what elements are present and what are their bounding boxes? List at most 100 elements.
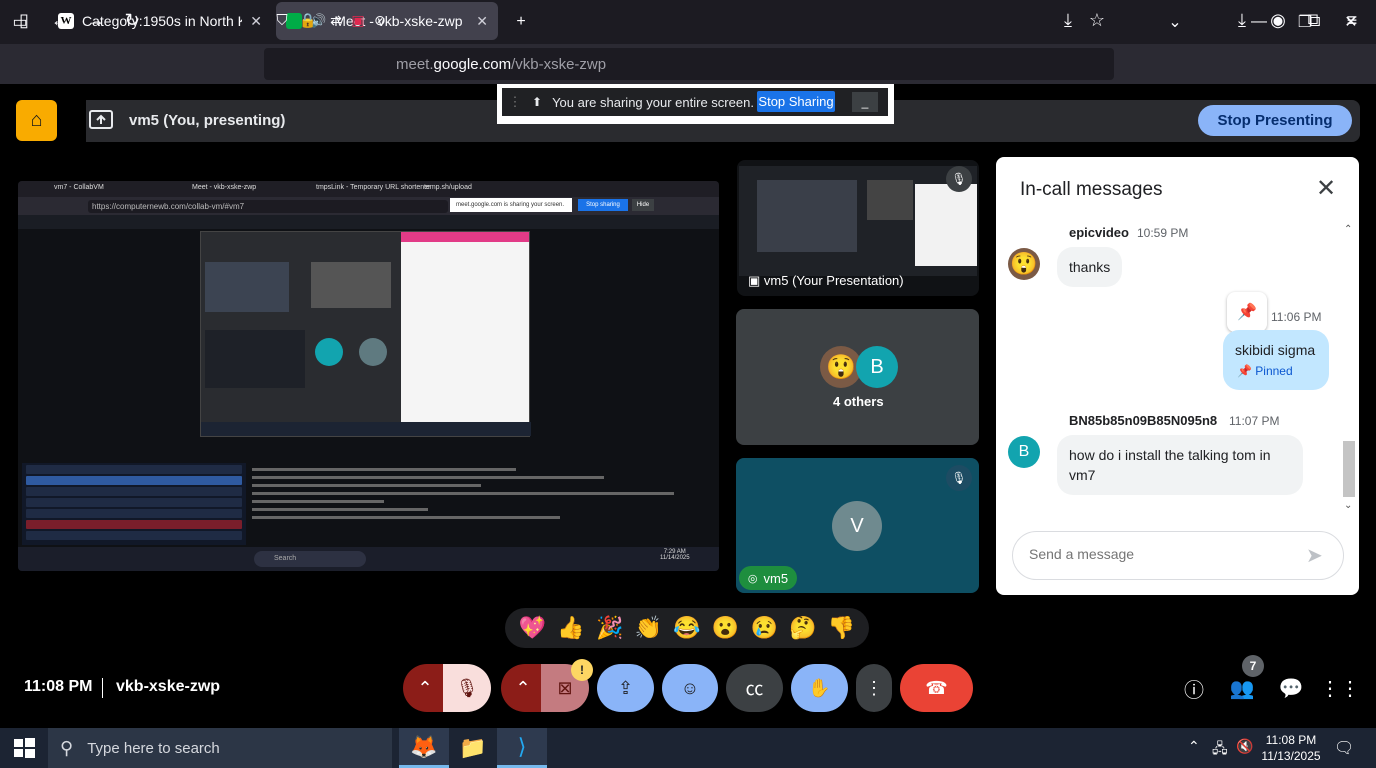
send-icon[interactable]: ➤: [1306, 543, 1323, 568]
extensions-icon[interactable]: ⧉: [1300, 6, 1328, 34]
list-tabs-icon[interactable]: ⌄: [1152, 0, 1198, 44]
network-icon[interactable]: 🖧: [1212, 738, 1228, 762]
autoplay-blocked-icon[interactable]: ⊘: [366, 6, 394, 34]
people-count-badge: 7: [1242, 655, 1264, 677]
shield-icon[interactable]: ⛉: [268, 6, 296, 34]
close-tab-icon[interactable]: ✕: [476, 13, 488, 30]
firefox-taskbar-icon[interactable]: 🦊: [399, 728, 449, 768]
preview-vm-screen: [200, 231, 531, 437]
reaction-sparkling-heart[interactable]: 💖: [519, 615, 546, 641]
captions-icon: ㏄: [745, 679, 764, 699]
windows-start-icon[interactable]: [12, 736, 36, 760]
tray-time: 11:08 PM: [1265, 733, 1317, 747]
address-bar[interactable]: [264, 48, 1114, 80]
back-icon[interactable]: ←: [46, 6, 74, 34]
preview-tab-bar: vm7 - CollabVM Meet - vkb-xske-zwp tmpsL…: [18, 181, 719, 197]
forward-icon[interactable]: →: [82, 6, 110, 34]
taskbar-search[interactable]: ⚲ Type here to search: [48, 728, 392, 768]
tray-chevron-icon[interactable]: ⌃: [1188, 738, 1200, 755]
sidebar-icon[interactable]: ▯: [10, 6, 38, 34]
unpin-icon[interactable]: 📌: [1227, 292, 1267, 332]
scroll-thumb[interactable]: [1343, 441, 1355, 497]
video-options-chevron-icon[interactable]: ⌃: [501, 664, 545, 712]
reactions-button[interactable]: ☺: [662, 664, 718, 712]
hide-banner-button[interactable]: _: [852, 92, 878, 112]
emoji-icon: ☺: [680, 677, 700, 698]
close-tab-icon[interactable]: ✕: [250, 13, 262, 30]
tray-clock[interactable]: 11:08 PM 11/13/2025: [1258, 732, 1324, 764]
presenting-label: vm5 (You, presenting): [129, 112, 286, 129]
reaction-surprised[interactable]: 😮: [712, 615, 739, 641]
volume-icon[interactable]: 🔇: [1236, 738, 1253, 755]
message-bubble[interactable]: skibidi sigma: [1223, 330, 1329, 390]
preview-date: 11/14/2025: [660, 555, 690, 561]
url-text[interactable]: meet.google.com/vkb-xske-zwp: [396, 56, 606, 73]
chat-icon[interactable]: 💬: [1278, 675, 1304, 701]
downloads-icon[interactable]: ⤓: [1228, 6, 1256, 34]
captions-button[interactable]: ㏄: [726, 664, 783, 712]
divider: [102, 678, 103, 698]
shared-screen-preview: vm7 - CollabVM Meet - vkb-xske-zwp tmpsL…: [18, 181, 719, 571]
preview-tab: tmpsLink - Temporary URL shortener: [316, 184, 431, 191]
reload-icon[interactable]: ↻: [118, 6, 146, 34]
preview-stop-sharing: Stop sharing: [578, 199, 628, 211]
reaction-clapping[interactable]: 👏: [635, 615, 662, 641]
reaction-party-popper[interactable]: 🎉: [596, 615, 623, 641]
scroll-down-icon[interactable]: ⌄: [1344, 500, 1352, 511]
mic-off-icon: 🎙: [946, 166, 972, 192]
mic-toggle-button[interactable]: 🎙: [443, 664, 491, 712]
bookmark-star-icon[interactable]: ☆: [1083, 6, 1111, 34]
meeting-clock: 11:08 PM: [24, 678, 93, 695]
preview-hide: Hide: [632, 199, 654, 211]
reaction-thinking[interactable]: 🤔: [789, 615, 816, 641]
ai-icon: ◎: [747, 572, 758, 585]
reaction-joy[interactable]: 😂: [673, 615, 700, 641]
search-icon: ⚲: [60, 737, 74, 758]
end-call-icon: ☎: [925, 677, 948, 698]
scroll-up-icon[interactable]: ⌃: [1344, 224, 1352, 235]
preview-sidebar: [22, 463, 246, 545]
more-options-button[interactable]: ⋮: [856, 664, 892, 712]
meeting-code: vkb-xske-zwp: [116, 678, 221, 695]
notifications-icon[interactable]: 🗨: [1334, 738, 1354, 758]
menu-icon[interactable]: ≡: [1338, 6, 1366, 34]
avatar: B: [856, 346, 898, 388]
audio-options-chevron-icon[interactable]: ⌃: [403, 664, 447, 712]
raise-hand-button[interactable]: ✋: [791, 664, 848, 712]
preview-clock: 7:29 AM 11/14/2025: [660, 549, 690, 561]
leave-call-button[interactable]: ☎: [900, 664, 973, 712]
file-explorer-taskbar-icon[interactable]: 📁: [448, 728, 498, 768]
vscode-taskbar-icon[interactable]: ⟩: [497, 728, 547, 768]
others-label: 4 others: [833, 394, 884, 409]
mic-off-icon: 🎙: [946, 465, 972, 491]
preview-url: https://computernewb.com/collab-vm/#vm7: [88, 200, 448, 213]
meeting-details-icon[interactable]: ⓘ: [1181, 675, 1207, 702]
preview-tab: Meet - vkb-xske-zwp: [192, 184, 257, 191]
stop-sharing-button[interactable]: Stop Sharing: [757, 91, 835, 112]
share-banner-text: You are sharing your entire screen.: [552, 94, 754, 110]
message-input[interactable]: [1029, 546, 1289, 562]
message-bubble[interactable]: thanks: [1057, 247, 1123, 287]
present-screen-icon: ⇪: [617, 677, 634, 698]
preview-text: [252, 463, 692, 545]
account-icon[interactable]: ◉: [1264, 6, 1292, 34]
self-name-pill: ◎ vm5: [739, 566, 797, 590]
reaction-thumbs-down[interactable]: 👎: [828, 615, 855, 641]
message-time: 11:06 PM: [1271, 310, 1322, 324]
message-sender: BN85b85n09B85N095n8: [1069, 413, 1218, 428]
new-tab-icon[interactable]: +: [498, 0, 544, 44]
stop-presenting-button[interactable]: Stop Presenting: [1198, 105, 1352, 136]
avatar: 😲: [1008, 248, 1040, 280]
people-icon[interactable]: 👥: [1229, 675, 1255, 701]
close-chat-icon[interactable]: ✕: [1314, 177, 1338, 201]
lock-icon[interactable]: 🔒: [294, 6, 322, 34]
drag-handle-icon[interactable]: ⋮: [508, 94, 522, 110]
activities-icon[interactable]: ⋮⋮: [1320, 675, 1360, 701]
reaction-thumbs-up[interactable]: 👍: [557, 615, 584, 641]
pinned-text: Pinned: [1255, 364, 1293, 378]
preview-page-header: [18, 215, 719, 229]
message-bubble[interactable]: how do i install the talking tom in vm7: [1057, 435, 1303, 495]
present-button[interactable]: ⇪: [597, 664, 654, 712]
reaction-crying[interactable]: 😢: [751, 615, 778, 641]
install-icon[interactable]: ⤓: [1054, 6, 1082, 34]
